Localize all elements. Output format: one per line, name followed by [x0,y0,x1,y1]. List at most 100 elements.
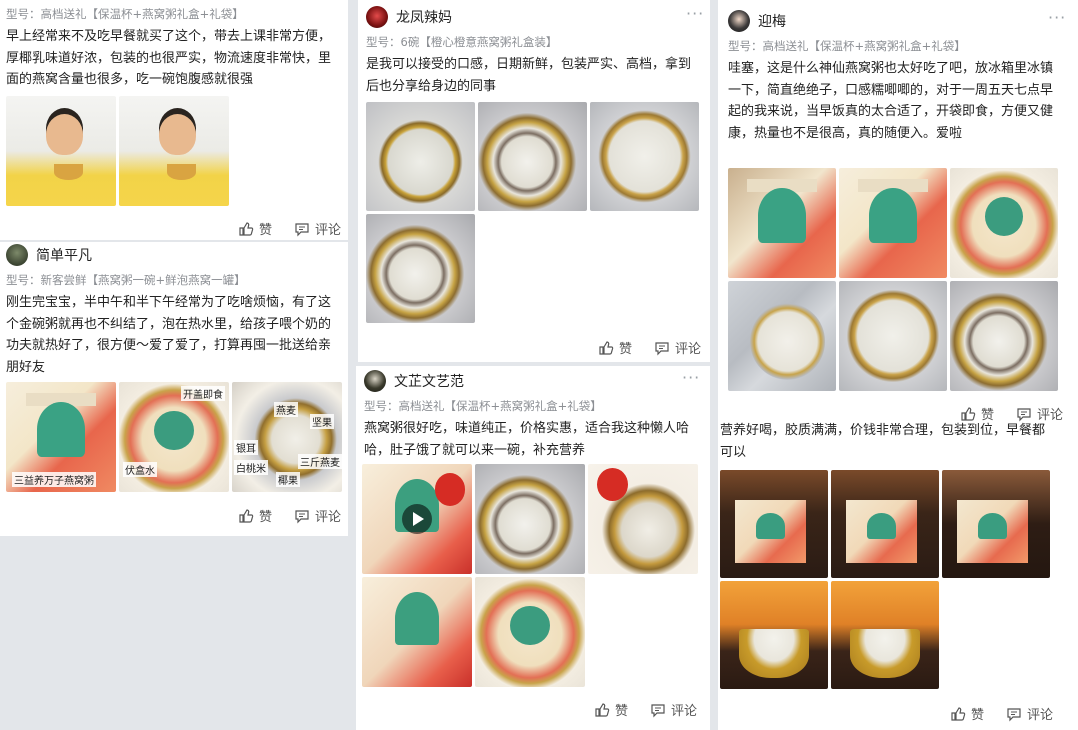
review-photo[interactable] [720,470,828,578]
review-text: 哇塞，这是什么神仙燕窝粥也太好吃了吧，放冰箱里冰镇一下，简直绝绝子，口感糯唧唧的… [728,61,1054,141]
more-options-icon[interactable]: ··· [686,4,704,23]
review-photo[interactable] [588,464,698,574]
photo-label: 开盖即食 [181,386,225,401]
avatar[interactable] [364,370,386,392]
thumbs-up-icon [599,340,614,355]
review-photos: 三益养万子燕窝粥 开盖即食 伏盒水 燕麦 坚果 银耳 白桃米 椰果 三斤燕麦 [6,382,342,492]
review-card-4: 文芷文艺范 ··· 型号：高档送礼【保温杯+燕窝粥礼盒+礼袋】 燕窝粥很好吃，味… [356,366,710,730]
review-photo[interactable] [728,168,836,278]
like-label: 赞 [971,708,985,723]
review-photo[interactable]: 开盖即食 伏盒水 [119,382,229,492]
like-button[interactable]: 赞 [238,219,272,238]
review-photo[interactable] [942,470,1050,578]
comment-button[interactable]: 评论 [1006,704,1053,723]
like-label: 赞 [259,223,273,238]
comment-button[interactable]: 评论 [294,506,341,525]
review-video[interactable] [362,464,472,574]
comment-label: 评论 [675,342,702,357]
comment-icon [295,222,309,236]
comment-icon [295,509,309,523]
review-photo[interactable] [590,102,699,211]
avatar[interactable] [6,244,28,266]
review-actions: 赞 评论 [598,338,701,357]
review-photo[interactable] [6,96,116,206]
reviewer: 文芷文艺范 [364,370,464,392]
avatar[interactable] [366,6,388,28]
review-actions: 赞 评论 [950,704,1053,723]
review-card-2: 简单平凡 型号：新客尝鲜【燕窝粥一碗+鲜泡燕窝一罐】 刚生完宝宝，半中午和半下午… [0,242,348,536]
product-model: 型号：高档送礼【保温杯+燕窝粥礼盒+礼袋】 [364,399,602,413]
product-model: 型号：高档送礼【保温杯+燕窝粥礼盒+礼袋】 [6,7,244,21]
review-photo[interactable] [366,102,475,211]
comment-icon [1007,707,1021,721]
product-model: 型号：高档送礼【保温杯+燕窝粥礼盒+礼袋】 [728,39,966,53]
review-photos [366,102,699,323]
review-photo[interactable] [362,577,472,687]
thumbs-up-icon [951,706,966,721]
reviewer-name[interactable]: 龙凤辣妈 [396,7,452,27]
photo-label: 银耳 [234,440,258,455]
photo-label: 燕麦 [274,402,298,417]
review-photos [728,168,1058,391]
like-label: 赞 [615,704,629,719]
reviewer: 迎梅 [728,10,786,32]
review-actions: 赞 评论 [238,506,341,525]
more-options-icon[interactable]: ··· [1048,8,1066,27]
comment-label: 评论 [315,223,342,238]
review-card-5: 迎梅 ··· 型号：高档送礼【保温杯+燕窝粥礼盒+礼袋】 哇塞，这是什么神仙燕窝… [718,0,1078,730]
photo-label: 白桃米 [234,460,268,475]
reviewer-name[interactable]: 文芷文艺范 [394,371,464,391]
review-card-1: 型号：高档送礼【保温杯+燕窝粥礼盒+礼袋】 早上经常来不及吃早餐就买了这个，带去… [0,0,348,240]
comment-label: 评论 [671,704,698,719]
comment-icon [651,703,665,717]
review-photo[interactable] [950,281,1058,391]
review-actions: 赞 评论 [238,219,341,238]
photo-label: 三斤燕麦 [298,454,342,469]
review-photo[interactable] [119,96,229,206]
review-photo[interactable] [839,281,947,391]
review-photo[interactable] [839,168,947,278]
review-photo[interactable]: 三益养万子燕窝粥 [6,382,116,492]
photo-label: 三益养万子燕窝粥 [12,472,96,487]
review-actions: 赞 评论 [594,700,697,719]
avatar[interactable] [728,10,750,32]
thumbs-up-icon [239,221,254,236]
comment-button[interactable]: 评论 [654,338,701,357]
review-card-3: 龙凤辣妈 ··· 型号：6碗【橙心橙意燕窝粥礼盒装】 是我可以接受的口感，日期新… [358,0,710,362]
review-photo[interactable] [366,214,475,323]
reviewer-name[interactable]: 迎梅 [758,11,786,31]
photo-label: 坚果 [310,414,334,429]
like-button[interactable]: 赞 [594,700,628,719]
photo-label: 椰果 [276,472,300,487]
photo-label: 伏盒水 [123,462,157,477]
comment-button[interactable]: 评论 [294,219,341,238]
comment-button[interactable]: 评论 [650,700,697,719]
product-model: 型号：新客尝鲜【燕窝粥一碗+鲜泡燕窝一罐】 [6,273,246,287]
review-photo[interactable] [478,102,587,211]
like-button[interactable]: 赞 [950,704,984,723]
reviewer: 龙凤辣妈 [366,6,452,28]
like-button[interactable]: 赞 [598,338,632,357]
like-button[interactable]: 赞 [238,506,272,525]
review-photo[interactable] [950,168,1058,278]
review-photo[interactable] [720,581,828,689]
review-photo[interactable] [831,470,939,578]
comment-icon [655,341,669,355]
review-text: 营养好喝，胶质满满，价钱非常合理，包装到位，早餐都可以 [720,423,1046,460]
review-text: 燕窝粥很好吃，味道纯正，价格实惠，适合我这种懒人哈哈，肚子饿了就可以来一碗，补充… [364,421,690,458]
review-photo[interactable]: 燕麦 坚果 银耳 白桃米 椰果 三斤燕麦 [232,382,342,492]
more-options-icon[interactable]: ··· [682,368,700,387]
review-photo[interactable] [475,577,585,687]
reviewer-name[interactable]: 简单平凡 [36,245,92,265]
review-text: 刚生完宝宝，半中午和半下午经常为了吃啥烦恼，有了这个金碗粥就再也不纠结了，泡在热… [6,295,332,375]
comment-label: 评论 [315,510,342,525]
review-photos [720,470,1050,689]
review-photo[interactable] [475,464,585,574]
comment-label: 评论 [1027,708,1054,723]
reviewer: 简单平凡 [6,244,92,266]
review-photo[interactable] [728,281,836,391]
like-label: 赞 [259,510,273,525]
review-photos [362,464,698,687]
review-photo[interactable] [831,581,939,689]
play-icon[interactable] [402,504,432,534]
